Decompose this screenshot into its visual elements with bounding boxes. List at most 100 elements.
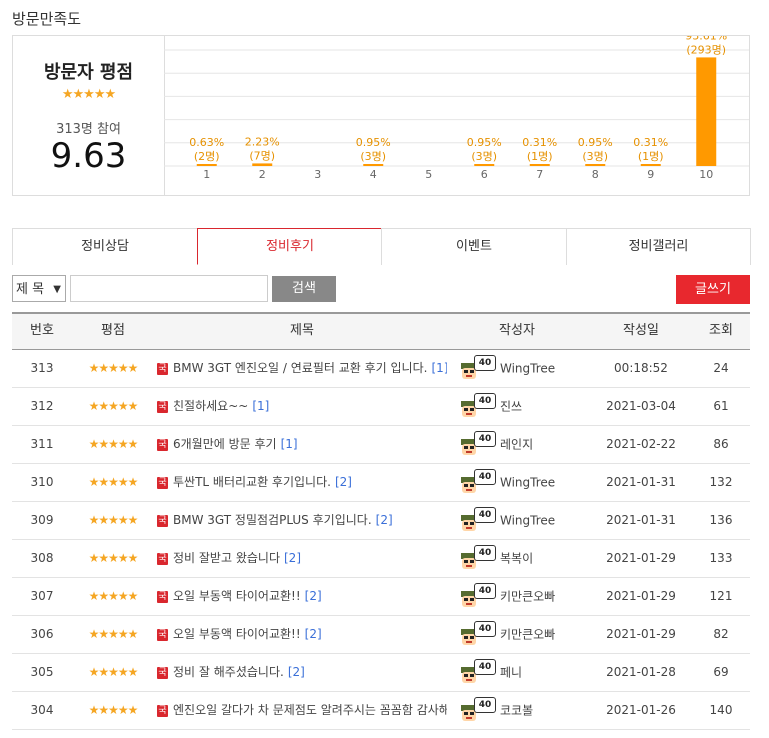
row-subject-link[interactable]: BMW 3GT 엔진오일 / 연료필터 교환 후기 입니다. (173, 361, 427, 375)
row-author[interactable]: 40 복복이 (458, 540, 576, 577)
comment-count[interactable]: [1] (431, 361, 447, 375)
row-author[interactable]: 40 키만큰오빠 (458, 616, 576, 653)
row-author[interactable]: 40 WingTree (458, 464, 576, 501)
row-rating-stars: ★★★★★ (88, 513, 139, 527)
table-row[interactable]: 310 ★★★★★ 국 투싼TL 배터리교환 후기입니다. [2] 40 WingTree 2… (12, 464, 750, 502)
tab-1[interactable]: 정비후기 (197, 228, 383, 265)
participant-count: 313명 참여 (56, 122, 121, 137)
level-badge: 40 (474, 392, 496, 409)
search-field-select[interactable]: 제 목 ▼ (12, 275, 66, 302)
table-row[interactable]: 309 ★★★★★ 국 BMW 3GT 정밀점검PLUS 후기입니다. [2] 40 Win… (12, 502, 750, 540)
row-subject-link[interactable]: BMW 3GT 정밀점검PLUS 후기입니다. (173, 513, 372, 527)
category-badge: 국 (157, 476, 168, 489)
comment-count[interactable]: [2] (305, 627, 322, 641)
header-rating: 평점 (101, 323, 125, 338)
row-subject-cell: 국 정비 잘 해주셨습니다. [2] (157, 654, 447, 690)
row-author[interactable]: 40 페니 (458, 654, 576, 691)
table-row[interactable]: 306 ★★★★★ 국 오일 부동액 타이어교환!! [2] 40 키만큰오빠 2021-01… (12, 616, 750, 654)
bar (585, 164, 606, 166)
row-author[interactable]: 40 진쓰 (458, 388, 576, 425)
percent-label: 0.95% (356, 136, 391, 149)
row-subject-link[interactable]: 정비 잘받고 왔습니다 (173, 551, 280, 565)
comment-count[interactable]: [1] (252, 399, 269, 413)
row-date: 2021-01-29 (606, 627, 676, 641)
row-subject-cell: 국 BMW 3GT 엔진오일 / 연료필터 교환 후기 입니다. [1] (157, 350, 447, 386)
table-row[interactable]: 313 ★★★★★ 국 BMW 3GT 엔진오일 / 연료필터 교환 후기 입니다. [… (12, 350, 750, 388)
author-name: WingTree (500, 361, 556, 376)
bar (196, 164, 217, 166)
author-name: 키만큰오빠 (500, 589, 556, 604)
category-badge: 국 (157, 552, 168, 565)
row-subject-link[interactable]: 친절하세요~~ (173, 399, 248, 413)
row-author[interactable]: 40 레인지 (458, 426, 576, 463)
count-label: (3명) (582, 150, 608, 163)
search-input[interactable] (70, 275, 268, 302)
rating-title: 방문자 평점 (43, 62, 134, 83)
row-date: 2021-03-04 (606, 399, 676, 413)
board-tabs: 정비상담 정비후기 이벤트 정비갤러리 (12, 228, 751, 265)
row-subject-cell: 국 투싼TL 배터리교환 후기입니다. [2] (157, 464, 447, 500)
avatar: 40 (458, 696, 498, 726)
tab-2[interactable]: 이벤트 (381, 228, 567, 265)
search-bar: 제 목 ▼ 검색 글쓰기 (12, 275, 750, 304)
row-subject-cell: 국 오일 부동액 타이어교환!! [2] (157, 578, 447, 614)
count-label: (3명) (360, 150, 386, 163)
row-subject-link[interactable]: 투싼TL 배터리교환 후기입니다. (173, 475, 331, 489)
bar (363, 164, 384, 166)
row-author[interactable]: 40 코코볼 (458, 692, 576, 729)
search-field-value: 제 목 (16, 282, 45, 297)
comment-count[interactable]: [2] (376, 513, 393, 527)
row-number: 307 (30, 589, 54, 603)
row-date: 2021-01-29 (606, 551, 676, 565)
category-badge: 국 (157, 400, 168, 413)
table-row[interactable]: 304 ★★★★★ 국 엔진오일 갈다가 차 문제점도 알려주시는 꼼꼼함 감사해..… (12, 692, 750, 730)
row-hits: 69 (713, 665, 729, 679)
comment-count[interactable]: [2] (335, 475, 352, 489)
author-name: 페니 (500, 665, 523, 680)
percent-label: 0.31% (522, 136, 557, 149)
row-number: 306 (30, 627, 54, 641)
avatar: 40 (458, 430, 498, 460)
tab-0[interactable]: 정비상담 (12, 228, 198, 265)
row-author[interactable]: 40 WingTree (458, 502, 576, 539)
search-button[interactable]: 검색 (272, 276, 336, 302)
header-author: 작성자 (499, 323, 535, 338)
row-subject-link[interactable]: 6개월만에 방문 후기 (173, 437, 277, 451)
header-subject: 제목 (290, 323, 314, 338)
comment-count[interactable]: [2] (284, 551, 301, 565)
write-button[interactable]: 글쓰기 (676, 275, 750, 304)
table-row[interactable]: 312 ★★★★★ 국 친절하세요~~ [1] 40 진쓰 2021-03-04 61 (12, 388, 750, 426)
row-author[interactable]: 40 WingTree (458, 350, 576, 387)
author-name: 키만큰오빠 (500, 627, 556, 642)
count-label: (3명) (471, 150, 497, 163)
row-hits: 121 (709, 589, 733, 603)
row-date: 2021-01-31 (606, 475, 676, 489)
row-subject-cell: 국 BMW 3GT 정밀점검PLUS 후기입니다. [2] (157, 502, 447, 538)
row-number: 313 (30, 361, 54, 375)
level-badge: 40 (474, 354, 496, 371)
row-subject-link[interactable]: 정비 잘 해주셨습니다. (173, 665, 284, 679)
row-date: 2021-01-28 (606, 665, 676, 679)
table-row[interactable]: 308 ★★★★★ 국 정비 잘받고 왔습니다 [2] 40 복복이 2021-01-29 13… (12, 540, 750, 578)
percent-label: 0.95% (578, 136, 613, 149)
comment-count[interactable]: [2] (305, 589, 322, 603)
table-row[interactable]: 305 ★★★★★ 국 정비 잘 해주셨습니다. [2] 40 페니 2021-01-28 69 (12, 654, 750, 692)
avatar: 40 (458, 392, 498, 422)
row-author[interactable]: 40 키만큰오빠 (458, 578, 576, 615)
percent-label: 0.31% (633, 136, 668, 149)
row-subject-link[interactable]: 엔진오일 갈다가 차 문제점도 알려주시는 꼼꼼함 감사해... (173, 703, 447, 717)
table-row[interactable]: 311 ★★★★★ 국 6개월만에 방문 후기 [1] 40 레인지 2021-02-22 86 (12, 426, 750, 464)
row-hits: 86 (713, 437, 729, 451)
row-subject-link[interactable]: 오일 부동액 타이어교환!! (173, 627, 301, 641)
review-table: 번호 평점 제목 작성자 작성일 조회 313 ★★★★★ 국 BMW 3GT 엔진오… (12, 312, 750, 730)
row-subject-cell: 국 정비 잘받고 왔습니다 [2] (157, 540, 447, 576)
comment-count[interactable]: [1] (281, 437, 298, 451)
bar (252, 163, 273, 166)
row-subject-link[interactable]: 오일 부동액 타이어교환!! (173, 589, 301, 603)
row-subject-cell: 국 엔진오일 갈다가 차 문제점도 알려주시는 꼼꼼함 감사해... (157, 692, 447, 728)
level-badge: 40 (474, 696, 496, 713)
table-row[interactable]: 307 ★★★★★ 국 오일 부동액 타이어교환!! [2] 40 키만큰오빠 2021-01… (12, 578, 750, 616)
comment-count[interactable]: [2] (288, 665, 305, 679)
tab-3[interactable]: 정비갤러리 (566, 228, 751, 265)
row-rating-stars: ★★★★★ (88, 437, 139, 451)
